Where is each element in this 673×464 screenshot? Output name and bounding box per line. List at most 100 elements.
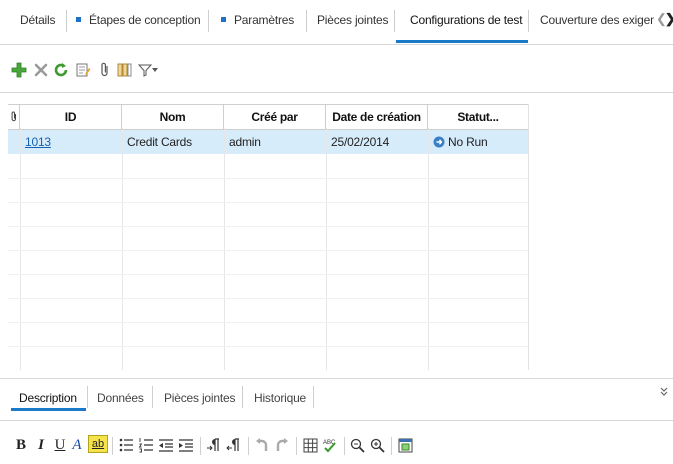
tab-separator bbox=[242, 386, 243, 408]
italic-button[interactable]: I bbox=[34, 435, 48, 455]
tab-label: Couverture des exigenc bbox=[540, 13, 654, 27]
tab-separator bbox=[152, 386, 153, 408]
numbered-list-icon[interactable] bbox=[138, 435, 154, 455]
toolbar-separator bbox=[112, 437, 113, 455]
status-label: No Run bbox=[448, 135, 488, 149]
column-header-name[interactable]: Nom bbox=[122, 105, 224, 129]
tab-separator bbox=[528, 10, 529, 32]
cell-id[interactable]: 1013 bbox=[21, 130, 122, 154]
tab-separator bbox=[394, 10, 395, 32]
tab-separator bbox=[66, 10, 67, 32]
grid-line bbox=[8, 346, 528, 347]
add-icon[interactable] bbox=[10, 60, 28, 80]
divider bbox=[0, 44, 673, 45]
modified-indicator-icon bbox=[76, 17, 81, 23]
grid-line bbox=[8, 226, 528, 227]
grid-line bbox=[428, 128, 429, 370]
tab-data[interactable]: Données bbox=[97, 389, 144, 407]
font-color-button[interactable]: A bbox=[70, 435, 84, 455]
column-header-created-by[interactable]: Créé par bbox=[224, 105, 326, 129]
scroll-left-icon[interactable]: ❮ bbox=[656, 11, 667, 26]
tab-scroll-arrows[interactable]: ❮❯ bbox=[656, 11, 673, 27]
attachment-column-header[interactable] bbox=[8, 105, 20, 129]
grid-line bbox=[224, 128, 225, 370]
bold-button[interactable]: B bbox=[14, 435, 28, 455]
toolbar-separator bbox=[248, 437, 249, 455]
tab-attachments-bottom[interactable]: Pièces jointes bbox=[164, 389, 235, 407]
table-row[interactable]: 1013 Credit Cards admin 25/02/2014 No Ru… bbox=[8, 130, 528, 154]
tab-history[interactable]: Historique bbox=[254, 389, 306, 407]
dropdown-icon[interactable] bbox=[150, 60, 160, 80]
grid-line bbox=[8, 250, 528, 251]
redo-icon[interactable] bbox=[274, 435, 290, 455]
cell-created-by: admin bbox=[229, 135, 261, 149]
outdent-icon[interactable] bbox=[158, 435, 174, 455]
tab-label: Détails bbox=[20, 13, 56, 27]
active-tab-indicator bbox=[11, 408, 86, 411]
grid-line bbox=[8, 298, 528, 299]
tab-label: Pièces jointes bbox=[317, 13, 389, 27]
modified-indicator-icon bbox=[221, 17, 226, 23]
tab-label: Étapes de conception bbox=[89, 13, 201, 27]
collapse-chevron-icon[interactable] bbox=[660, 386, 668, 400]
rtl-direction-icon[interactable] bbox=[226, 435, 242, 455]
formatting-toolbar: B I U A ab ABC bbox=[0, 431, 673, 461]
insert-table-icon[interactable] bbox=[302, 435, 318, 455]
no-run-status-icon bbox=[433, 136, 445, 148]
id-link[interactable]: 1013 bbox=[25, 135, 51, 149]
cell-name: Credit Cards bbox=[127, 135, 192, 149]
spell-check-icon[interactable]: ABC bbox=[322, 435, 338, 455]
tab-separator bbox=[306, 10, 307, 32]
refresh-icon[interactable] bbox=[52, 60, 70, 80]
grid-line bbox=[122, 128, 123, 370]
indent-icon[interactable] bbox=[178, 435, 194, 455]
toolbar-separator bbox=[200, 437, 201, 455]
delete-icon[interactable] bbox=[32, 60, 50, 80]
scroll-right-icon[interactable]: ❯ bbox=[665, 11, 673, 26]
edit-icon[interactable] bbox=[74, 60, 92, 80]
splitter[interactable] bbox=[0, 378, 673, 379]
toolbar-separator bbox=[344, 437, 345, 455]
undo-icon[interactable] bbox=[254, 435, 270, 455]
toolbar-separator bbox=[391, 437, 392, 455]
zoom-out-icon[interactable] bbox=[349, 435, 365, 455]
underline-button[interactable]: U bbox=[53, 435, 67, 455]
highlight-button[interactable]: ab bbox=[88, 435, 108, 453]
tab-test-configurations[interactable]: Configurations de test bbox=[410, 10, 523, 30]
details-tab-bar: Détails Étapes de conception Paramètres … bbox=[0, 0, 673, 44]
column-header-id[interactable]: ID bbox=[20, 105, 122, 129]
test-configurations-grid: ID Nom Créé par Date de création Statut.… bbox=[8, 104, 529, 370]
bullet-list-icon[interactable] bbox=[118, 435, 134, 455]
full-screen-icon[interactable] bbox=[397, 435, 413, 455]
toolbar-separator bbox=[296, 437, 297, 455]
columns-icon[interactable] bbox=[116, 60, 134, 80]
grid-line bbox=[20, 128, 21, 370]
column-header-status[interactable]: Statut... bbox=[428, 105, 528, 129]
tab-description[interactable]: Description bbox=[19, 389, 77, 407]
ltr-direction-icon[interactable] bbox=[206, 435, 222, 455]
tab-details[interactable]: Détails bbox=[20, 10, 55, 30]
tab-design-steps[interactable]: Étapes de conception bbox=[76, 10, 201, 30]
grid-line bbox=[8, 322, 528, 323]
grid-header: ID Nom Créé par Date de création Statut.… bbox=[8, 104, 528, 130]
grid-line bbox=[8, 178, 528, 179]
tab-separator bbox=[87, 386, 88, 408]
cell-created-date: 25/02/2014 bbox=[331, 135, 390, 149]
tab-label: Paramètres bbox=[234, 13, 295, 27]
grid-line bbox=[8, 202, 528, 203]
tab-label: Configurations de test bbox=[410, 13, 523, 27]
tab-attachments[interactable]: Pièces jointes bbox=[317, 10, 388, 30]
cell-status: No Run bbox=[429, 130, 528, 154]
tab-parameters[interactable]: Paramètres bbox=[221, 10, 294, 30]
tab-separator bbox=[313, 386, 314, 408]
grid-line bbox=[326, 128, 327, 370]
attachment-icon[interactable] bbox=[96, 60, 114, 80]
column-header-created-date[interactable]: Date de création bbox=[326, 105, 428, 129]
divider bbox=[0, 420, 673, 421]
tab-requirements-coverage[interactable]: Couverture des exigenc bbox=[540, 10, 654, 30]
grid-line bbox=[8, 274, 528, 275]
active-tab-indicator bbox=[396, 40, 528, 43]
zoom-in-icon[interactable] bbox=[369, 435, 385, 455]
divider bbox=[0, 92, 673, 93]
tab-separator bbox=[208, 10, 209, 32]
